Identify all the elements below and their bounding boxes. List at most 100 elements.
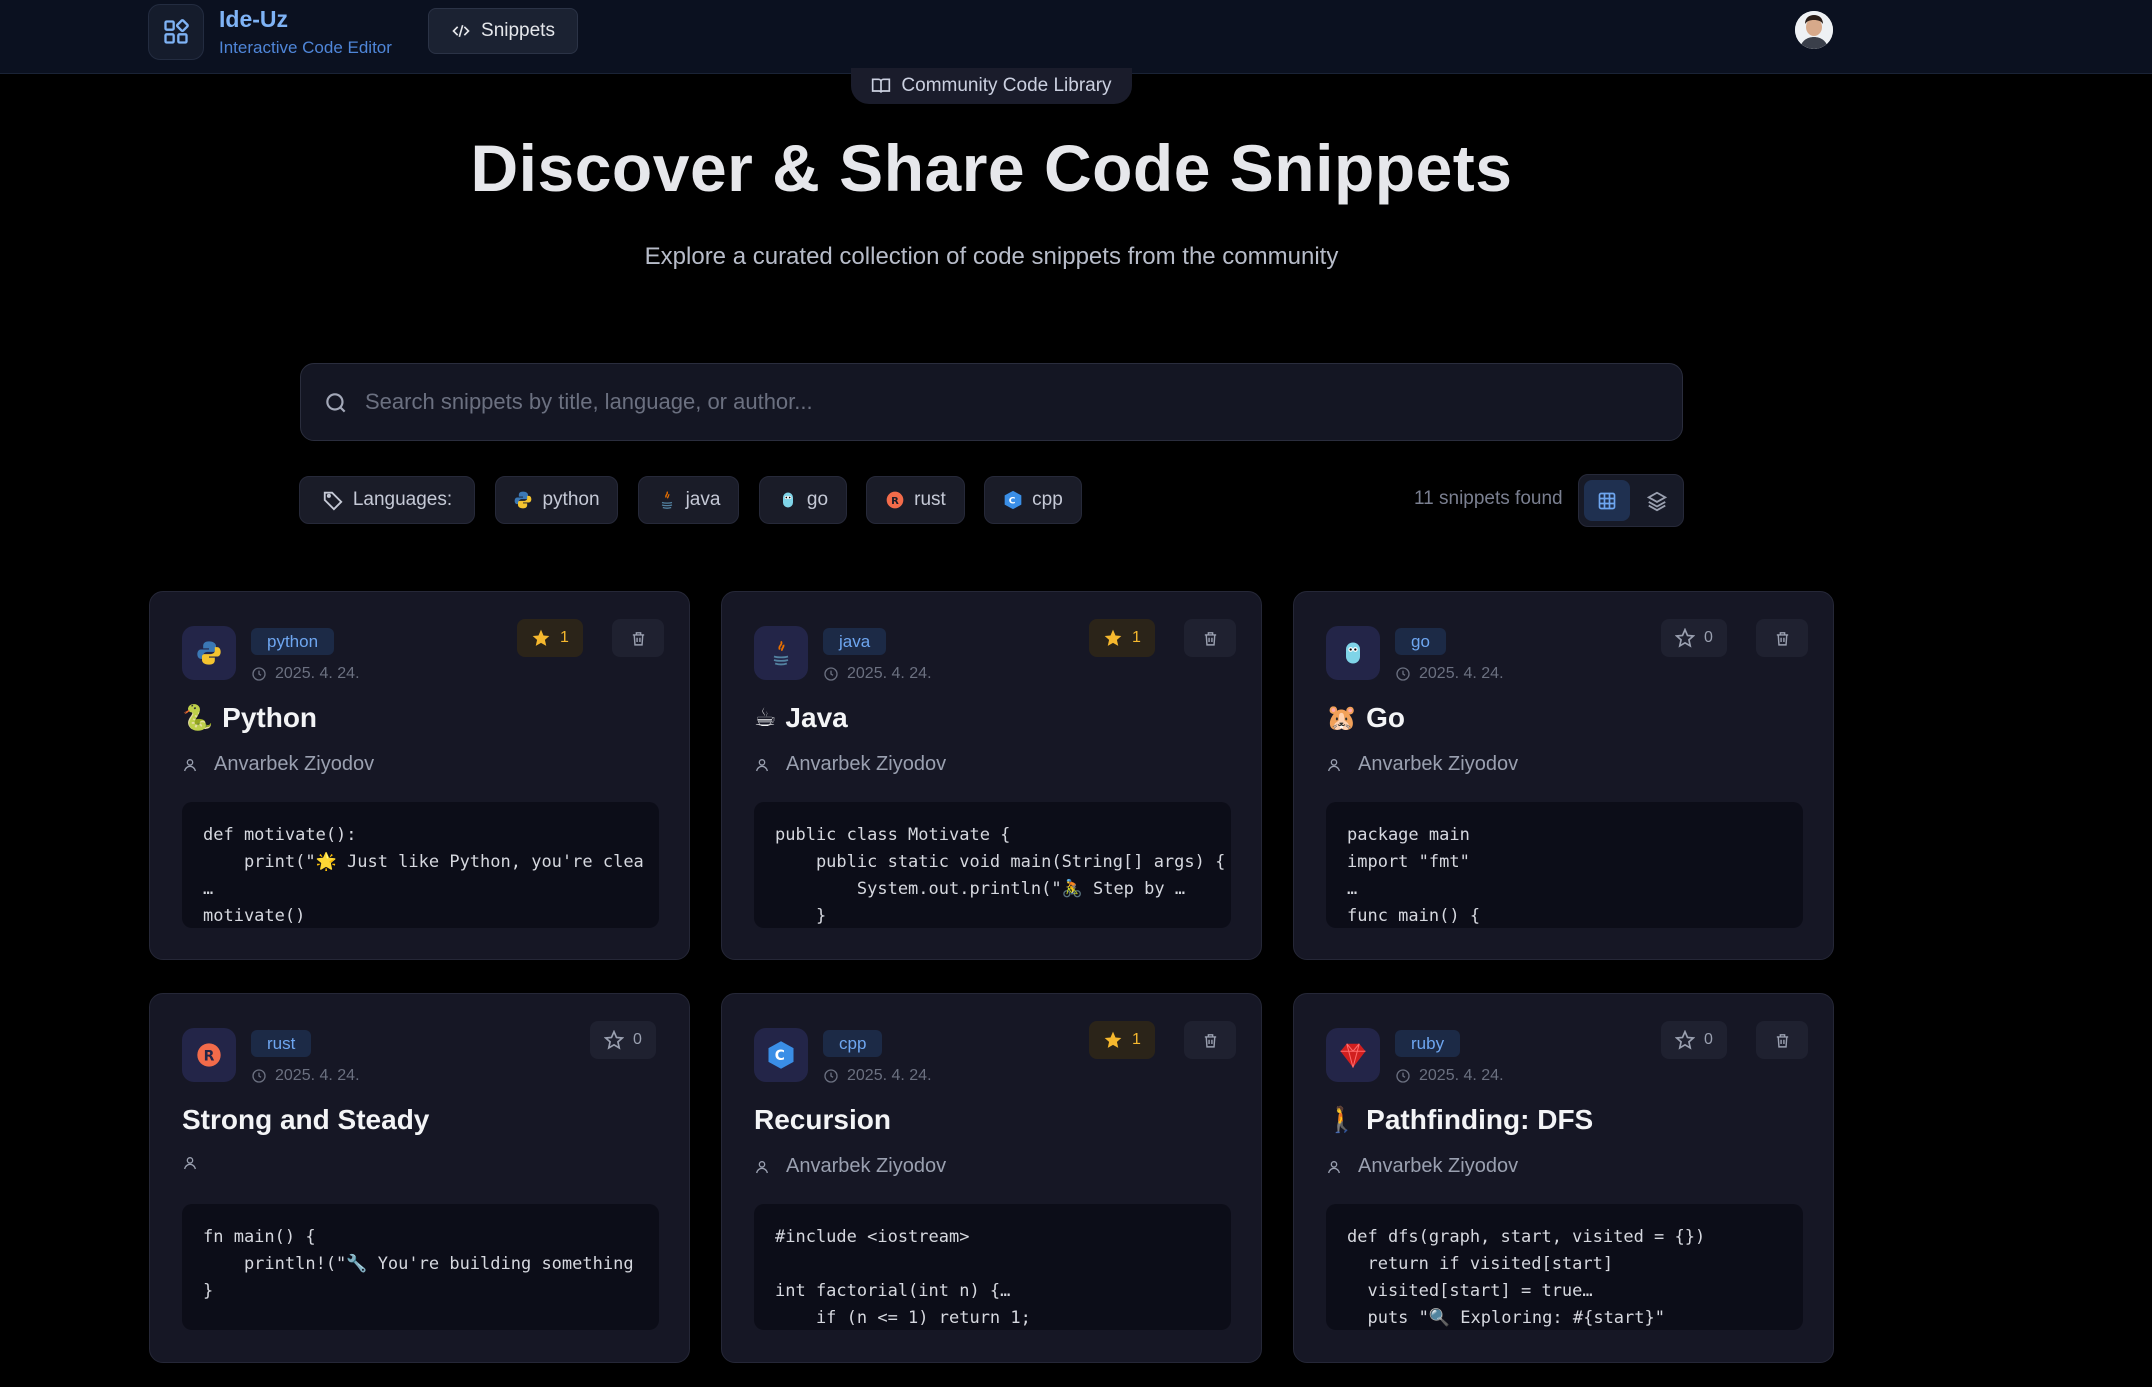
snippet-card-java[interactable]: java 2025. 4. 24. 1 ☕ Java Anvarbek Ziyo… [721, 591, 1262, 960]
card-date: 2025. 4. 24. [251, 665, 360, 683]
star-count: 1 [1132, 1031, 1141, 1048]
title-emoji: 🐍 [182, 703, 214, 732]
card-title-text: Strong and Steady [182, 1104, 430, 1135]
code-preview: package main import "fmt" … func main() … [1326, 802, 1803, 928]
book-open-icon [872, 78, 891, 93]
code-preview: public class Motivate { public static vo… [754, 802, 1231, 928]
snippet-card-cpp[interactable]: C cpp 2025. 4. 24. 1 Recursion Anvarbek … [721, 993, 1262, 1363]
snippet-card-go[interactable]: go 2025. 4. 24. 0 🐹 Go Anvarbek Ziyodov … [1293, 591, 1834, 960]
card-date: 2025. 4. 24. [823, 665, 932, 683]
card-author-name: Anvarbek Ziyodov [786, 1155, 947, 1177]
filter-chip-java-label: java [685, 489, 721, 510]
community-badge-label: Community Code Library [901, 75, 1112, 96]
snippet-count: 11 snippets found [1414, 488, 1563, 509]
languages-label-text: Languages: [352, 489, 453, 510]
snippet-card-rust[interactable]: R rust 2025. 4. 24. 0 Strong and Steady … [149, 993, 690, 1363]
star-count: 1 [1132, 629, 1141, 646]
app-logo[interactable] [148, 4, 204, 60]
filter-chip-cpp-label: cpp [1032, 489, 1063, 510]
card-title: Strong and Steady [182, 1104, 429, 1136]
trash-icon [1776, 631, 1788, 646]
layers-icon [1646, 491, 1668, 511]
search-icon [326, 393, 346, 413]
title-emoji: 🚶 [1326, 1105, 1358, 1134]
filter-chip-python-label: python [542, 489, 600, 510]
card-title: ☕ Java [754, 702, 848, 734]
filter-chip-python[interactable]: python [495, 476, 618, 524]
tag-icon [323, 491, 343, 511]
card-author-name: Anvarbek Ziyodov [1358, 1155, 1519, 1177]
svg-text:C: C [1009, 495, 1016, 506]
top-navbar: Ide-Uz Interactive Code Editor Snippets [0, 0, 2152, 74]
star-count: 0 [1704, 629, 1713, 646]
card-author-name: Anvarbek Ziyodov [214, 753, 375, 775]
title-emoji: ☕ [754, 704, 777, 732]
layout-grid-icon [164, 19, 189, 44]
filter-chip-rust[interactable]: R rust [866, 476, 965, 524]
card-author [182, 1155, 214, 1171]
card-language-tag: python [251, 628, 335, 655]
delete-button[interactable] [1184, 619, 1236, 657]
star-button[interactable]: 1 [517, 619, 583, 657]
card-date: 2025. 4. 24. [251, 1067, 360, 1085]
clock-icon [252, 1069, 266, 1083]
code-preview: fn main() { println!("🔧 You're building … [182, 1204, 659, 1330]
card-language-icon [754, 626, 808, 680]
java-icon [661, 491, 672, 509]
delete-button[interactable] [1184, 1021, 1236, 1059]
card-author-name: Anvarbek Ziyodov [1358, 753, 1519, 775]
trash-icon [1204, 631, 1216, 646]
cpp-icon: C [1004, 490, 1022, 510]
star-outline-icon [604, 1030, 624, 1050]
snippets-nav-button[interactable]: Snippets [428, 8, 578, 54]
grid-icon [1598, 492, 1616, 509]
svg-text:C: C [775, 1048, 785, 1064]
delete-button[interactable] [1756, 619, 1808, 657]
user-icon [756, 1160, 768, 1173]
filter-chip-java[interactable]: java [638, 476, 739, 524]
filter-chip-go[interactable]: go [759, 476, 847, 524]
rust-icon: R [197, 1043, 221, 1067]
card-language-icon [182, 626, 236, 680]
view-toggle [1578, 474, 1684, 527]
star-filled-icon [1104, 629, 1122, 646]
app-name[interactable]: Ide-Uz [219, 6, 288, 33]
star-count: 0 [1704, 1031, 1713, 1048]
title-emoji: 🐹 [1326, 703, 1358, 732]
trash-icon [1204, 1033, 1216, 1048]
layers-view-button[interactable] [1635, 480, 1679, 521]
page-title: Discover & Share Code Snippets [470, 131, 1513, 205]
user-icon [184, 758, 196, 771]
snippet-card-python[interactable]: python 2025. 4. 24. 1 🐍 Python Anvarbek … [149, 591, 690, 960]
card-language-icon: R [182, 1028, 236, 1082]
star-button[interactable]: 1 [1089, 619, 1155, 657]
card-author: Anvarbek Ziyodov [1326, 1155, 1518, 1178]
card-title-text: Recursion [754, 1104, 891, 1135]
star-outline-icon [1675, 628, 1695, 648]
star-button[interactable]: 0 [590, 1021, 656, 1059]
snippet-card-ruby[interactable]: ruby 2025. 4. 24. 0 🚶 Pathfinding: DFS A… [1293, 993, 1834, 1363]
page-subtitle: Explore a curated collection of code sni… [644, 243, 1339, 270]
cpp-icon: C [768, 1041, 794, 1069]
card-date-text: 2025. 4. 24. [275, 1067, 360, 1084]
grid-view-button[interactable] [1584, 480, 1630, 521]
card-author: Anvarbek Ziyodov [754, 753, 946, 776]
delete-button[interactable] [1756, 1021, 1808, 1059]
star-button[interactable]: 1 [1089, 1021, 1155, 1059]
filter-chip-cpp[interactable]: C cpp [984, 476, 1082, 524]
user-avatar[interactable] [1795, 11, 1833, 49]
card-date-text: 2025. 4. 24. [1419, 1067, 1504, 1084]
delete-button[interactable] [612, 619, 664, 657]
star-button[interactable]: 0 [1661, 619, 1727, 657]
filter-chip-go-label: go [806, 489, 829, 510]
card-date-text: 2025. 4. 24. [847, 1067, 932, 1084]
card-title-text: Go [1366, 702, 1406, 733]
trash-icon [1776, 1033, 1788, 1048]
card-title: Recursion [754, 1104, 891, 1136]
clock-icon [1396, 1069, 1410, 1083]
card-language-tag: ruby [1395, 1030, 1461, 1057]
languages-filter-label: Languages: [299, 476, 475, 524]
search-input[interactable] [365, 364, 1665, 440]
card-date-text: 2025. 4. 24. [275, 665, 360, 682]
star-button[interactable]: 0 [1661, 1021, 1727, 1059]
